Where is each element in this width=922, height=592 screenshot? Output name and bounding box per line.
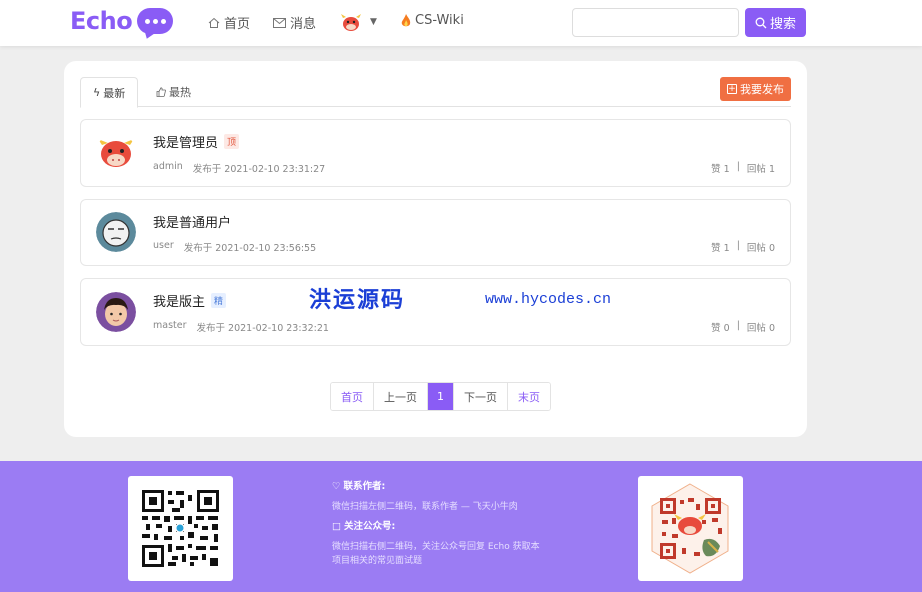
public-account-heading: □ 关注公众号: (332, 520, 540, 534)
post-author: user (153, 240, 174, 251)
like-count: 赞 1 (711, 164, 730, 175)
avatar-face (96, 212, 136, 252)
next-page-button[interactable]: 下一页 (454, 383, 508, 410)
nav-messages[interactable]: 消息 (273, 13, 316, 32)
publish-post-button[interactable]: + 我要发布 (720, 77, 791, 101)
post-meta: master 发布于 2021-02-10 23:32:21 (153, 320, 329, 334)
footer-contact-info: ♡ 联系作者: 微信扫描左侧二维码，联系作者 — 飞天小牛肉 □ 关注公众号: … (332, 480, 540, 568)
echo-logo[interactable]: Echo (70, 7, 174, 35)
current-page-button[interactable]: 1 (428, 383, 454, 410)
top-nav-bar: Echo 首页 消息 ▼ CS-Wiki 搜索 (0, 0, 922, 46)
footer: ♡ 联系作者: 微信扫描左侧二维码，联系作者 — 飞天小牛肉 □ 关注公众号: … (0, 461, 922, 592)
nav-cs-wiki-label: CS-Wiki (415, 13, 464, 28)
public-account-heading-label: 关注公众号: (343, 521, 396, 532)
post-title-text: 我是版主 (153, 295, 206, 310)
post-date: 发布于 2021-02-10 23:56:55 (183, 243, 317, 254)
author-wechat-qr-code (128, 476, 233, 581)
tab-hottest[interactable]: 最热 (144, 77, 203, 107)
like-count: 赞 0 (711, 323, 730, 334)
logo-text: Echo (70, 7, 133, 35)
home-icon (208, 17, 220, 28)
public-account-text-line1: 微信扫描右侧二维码，关注公众号回复 Echo 获取本 (332, 542, 540, 552)
contact-heading: ♡ 联系作者: (332, 480, 540, 494)
post-title[interactable]: 我是版主 精 (153, 291, 227, 310)
post-stats: 赞 0 | 回帖 0 (711, 320, 775, 334)
pagination: 首页 上一页 1 下一页 末页 (330, 382, 551, 411)
chevron-down-icon: ▼ (370, 17, 377, 27)
search-input[interactable] (572, 8, 739, 37)
tab-latest[interactable]: ϟ 最新 (80, 77, 139, 108)
watermark-text: 洪运源码 (309, 287, 406, 313)
plus-square-icon: + (727, 84, 737, 94)
user-avatar-cow (341, 14, 361, 31)
search-button-label: 搜索 (769, 17, 796, 32)
post-date: 发布于 2021-02-10 23:31:27 (192, 164, 326, 175)
post-item[interactable]: 我是版主 精 master 发布于 2021-02-10 23:32:21 赞 … (80, 278, 791, 346)
reply-count: 回帖 0 (746, 243, 775, 254)
post-stats: 赞 1 | 回帖 0 (711, 240, 775, 254)
tab-latest-label: 最新 (103, 86, 126, 100)
post-title[interactable]: 我是普通用户 (153, 212, 231, 231)
top-badge: 顶 (224, 134, 240, 149)
prev-page-button[interactable]: 上一页 (374, 383, 428, 410)
chat-bubble-icon (137, 8, 174, 34)
watermark-url: www.hycodes.cn (485, 291, 612, 308)
post-item[interactable]: 我是普通用户 user 发布于 2021-02-10 23:56:55 赞 1 … (80, 199, 791, 266)
post-list-card: ϟ 最新 最热 + 我要发布 我是管理员 顶 admin 发布于 2021-02… (64, 61, 807, 437)
public-account-qr-code (638, 476, 743, 581)
contact-heading-label: 联系作者: (343, 481, 386, 492)
avatar-boy (96, 292, 136, 332)
nav-home-label: 首页 (224, 17, 251, 32)
heart-icon: ♡ (332, 481, 341, 492)
nav-messages-label: 消息 (290, 17, 317, 32)
publish-label: 我要发布 (740, 83, 784, 96)
search-icon (755, 17, 767, 28)
post-title-text: 我是普通用户 (153, 216, 232, 231)
reply-count: 回帖 1 (746, 164, 775, 175)
post-item[interactable]: 我是管理员 顶 admin 发布于 2021-02-10 23:31:27 赞 … (80, 119, 791, 187)
thumb-up-icon (156, 87, 166, 97)
avatar-cow (98, 139, 134, 167)
featured-badge: 精 (211, 293, 227, 308)
search-button[interactable]: 搜索 (745, 8, 806, 37)
post-meta: admin 发布于 2021-02-10 23:31:27 (153, 161, 325, 175)
post-author: admin (153, 161, 183, 172)
post-author: master (153, 320, 187, 331)
nav-cs-wiki[interactable]: CS-Wiki (401, 13, 464, 28)
public-account-text-line2: 项目相关的常见面试题 (332, 556, 423, 566)
tab-hottest-label: 最热 (169, 86, 191, 99)
post-title-text: 我是管理员 (153, 136, 219, 151)
post-title[interactable]: 我是管理员 顶 (153, 132, 240, 151)
first-page-button[interactable]: 首页 (331, 383, 374, 410)
like-count: 赞 1 (711, 243, 730, 254)
user-menu-dropdown[interactable]: ▼ (340, 12, 377, 32)
post-meta: user 发布于 2021-02-10 23:56:55 (153, 240, 316, 254)
post-stats: 赞 1 | 回帖 1 (711, 161, 775, 175)
flame-icon (401, 13, 411, 26)
book-icon: □ (332, 521, 341, 532)
reply-count: 回帖 0 (746, 323, 775, 334)
mail-icon (273, 17, 286, 28)
post-date: 发布于 2021-02-10 23:32:21 (196, 323, 329, 334)
sort-tabs: ϟ 最新 最热 (80, 77, 791, 108)
nav-home[interactable]: 首页 (208, 13, 250, 32)
last-page-button[interactable]: 末页 (508, 383, 550, 410)
contact-text: 微信扫描左侧二维码，联系作者 — 飞天小牛肉 (332, 502, 518, 512)
lightning-icon: ϟ (93, 86, 101, 99)
